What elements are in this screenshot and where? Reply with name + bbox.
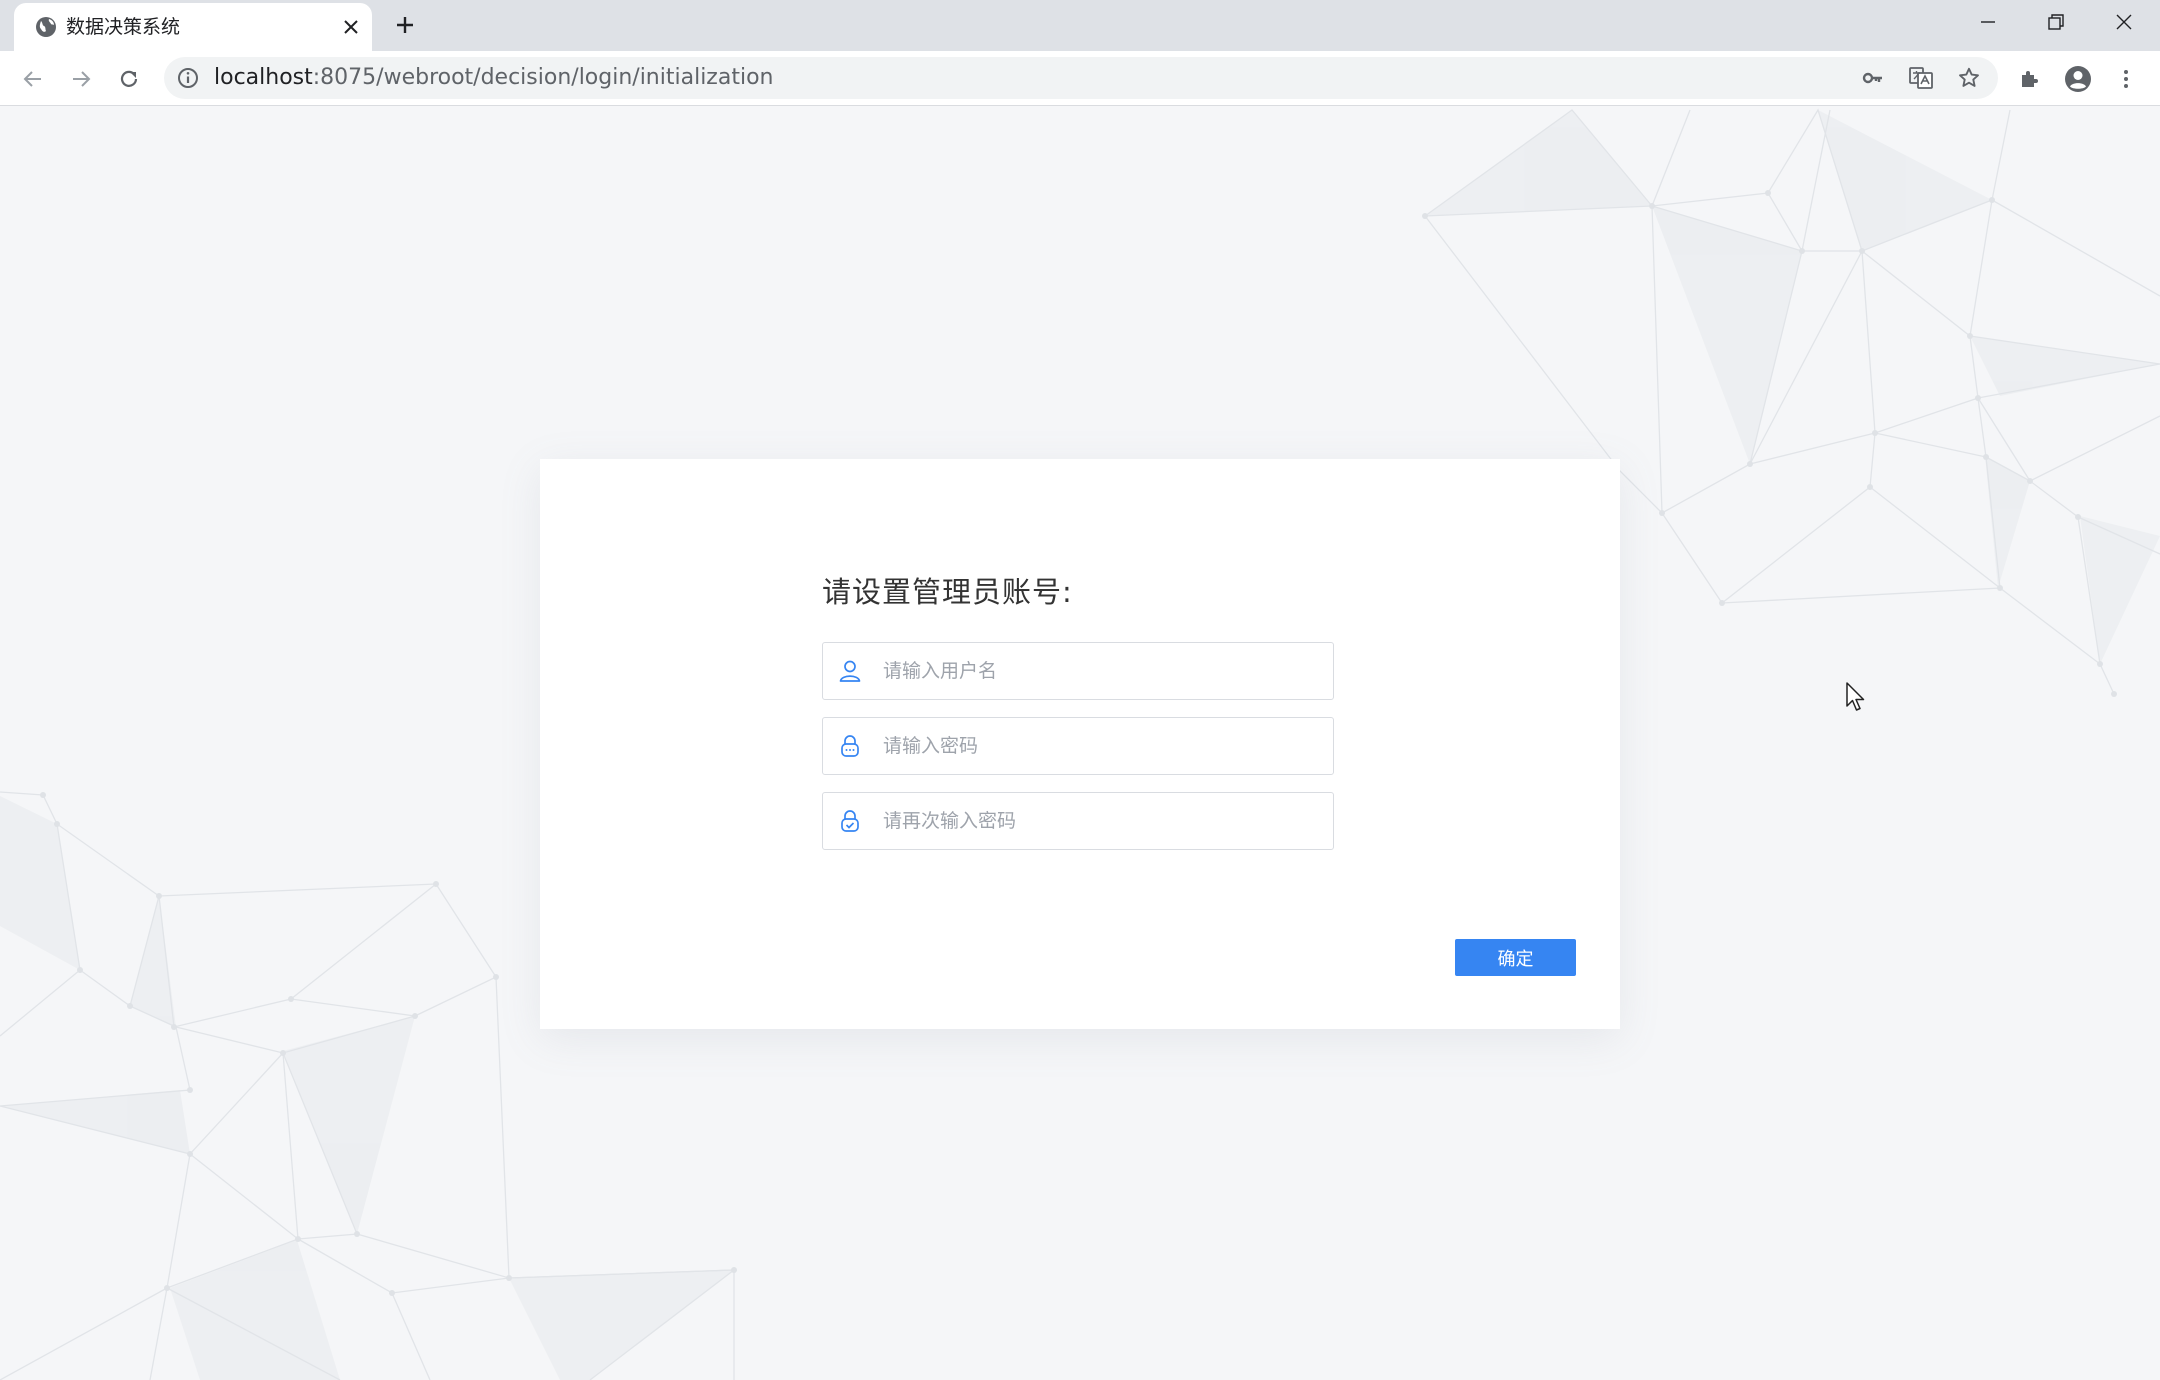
bookmark-button[interactable] xyxy=(1954,63,1984,93)
tab-close-button[interactable] xyxy=(338,14,364,40)
back-button[interactable] xyxy=(15,61,51,97)
password-input[interactable] xyxy=(881,718,1321,774)
more-vert-icon xyxy=(2124,70,2128,88)
browser-toolbar: localhost:8075/webroot/decision/login/in… xyxy=(0,51,2160,106)
close-window-button[interactable] xyxy=(2090,0,2158,44)
close-icon xyxy=(2116,14,2132,30)
user-icon xyxy=(839,660,861,682)
browser-tab[interactable]: 数据决策系统 xyxy=(14,3,372,51)
minimize-button[interactable] xyxy=(1954,0,2022,44)
restore-button[interactable] xyxy=(2022,0,2090,44)
translate-button[interactable] xyxy=(1906,63,1936,93)
extensions-button[interactable] xyxy=(2012,61,2048,97)
translate-icon xyxy=(1909,67,1933,89)
url-text[interactable]: localhost:8075/webroot/decision/login/in… xyxy=(214,57,773,99)
puzzle-icon xyxy=(2022,71,2038,87)
username-input[interactable] xyxy=(881,643,1321,699)
lock-icon xyxy=(841,735,859,757)
confirm-button[interactable]: 确定 xyxy=(1455,939,1576,976)
address-bar[interactable]: localhost:8075/webroot/decision/login/in… xyxy=(164,57,1998,99)
admin-setup-card: 请设置管理员账号: 请输入用户名 确定 xyxy=(540,459,1620,1029)
confirm-password-field[interactable] xyxy=(822,792,1334,850)
arrow-right-icon xyxy=(73,71,91,87)
restore-icon xyxy=(2048,14,2064,30)
minimize-icon xyxy=(1981,21,1995,23)
star-icon xyxy=(1959,67,1979,87)
info-icon[interactable] xyxy=(176,66,200,90)
plus-icon xyxy=(397,17,413,33)
form-title: 请设置管理员账号: xyxy=(822,575,1073,609)
arrow-left-icon xyxy=(23,71,41,87)
url-path: :8075/webroot/decision/login/initializat… xyxy=(312,65,774,90)
forward-button[interactable] xyxy=(63,61,99,97)
profile-button[interactable] xyxy=(2060,61,2096,97)
tab-title: 数据决策系统 xyxy=(66,16,181,38)
key-icon xyxy=(1862,72,1882,84)
reload-icon xyxy=(120,70,138,87)
page-viewport: 请设置管理员账号: 请输入用户名 确定 xyxy=(0,106,2160,1380)
menu-button[interactable] xyxy=(2108,61,2144,97)
url-host: localhost xyxy=(214,65,313,90)
password-key-button[interactable] xyxy=(1858,63,1888,93)
new-tab-button[interactable] xyxy=(390,10,420,40)
mouse-cursor-icon xyxy=(1846,682,1865,711)
confirm-password-input[interactable] xyxy=(881,793,1321,849)
account-icon xyxy=(2065,66,2091,92)
globe-icon xyxy=(36,17,56,37)
close-icon xyxy=(344,20,358,34)
browser-tab-strip: 数据决策系统 xyxy=(0,0,2160,51)
username-field[interactable] xyxy=(822,642,1334,700)
reload-button[interactable] xyxy=(111,61,147,97)
password-field[interactable] xyxy=(822,717,1334,775)
lock-check-icon xyxy=(841,810,859,832)
